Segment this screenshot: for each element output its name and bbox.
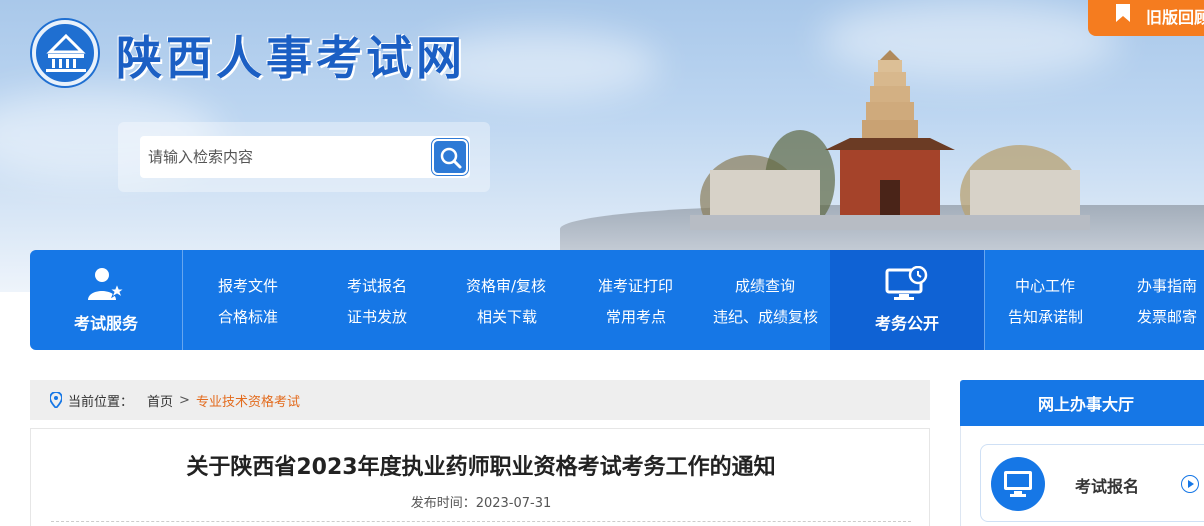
main-nav: 考试服务 报考文件 考试报名 资格审/复核 准考证打印 成绩查询 合格标准 证书…: [30, 250, 1204, 350]
nav-link-invoice-mail[interactable]: 发票邮寄: [1137, 306, 1197, 327]
pagoda-illustration: [690, 50, 1090, 230]
nav-link-commitment[interactable]: 告知承诺制: [1008, 306, 1083, 327]
nav-link-exam-docs[interactable]: 报考文件: [218, 275, 278, 296]
article-panel: 关于陕西省2023年度执业药师职业资格考试考务工作的通知 发布时间：2023-0…: [30, 428, 930, 526]
site-logo[interactable]: [32, 20, 98, 86]
article-date: 发布时间：2023-07-31: [31, 492, 931, 511]
article-divider: [51, 521, 911, 522]
nav-link-registration[interactable]: 考试报名: [347, 275, 407, 296]
nav-link-downloads[interactable]: 相关下载: [477, 306, 537, 327]
article-date-label: 发布时间：: [410, 496, 476, 511]
breadcrumb: 当前位置： 首页 > 专业技术资格考试: [30, 380, 930, 420]
site-title[interactable]: 陕西人事考试网: [116, 22, 466, 88]
search-input[interactable]: [140, 136, 470, 178]
breadcrumb-home[interactable]: 首页: [147, 391, 173, 410]
search-icon: [440, 147, 462, 169]
nav-divider: [984, 250, 985, 350]
breadcrumb-label: 当前位置：: [68, 394, 134, 410]
breadcrumb-current[interactable]: 专业技术资格考试: [196, 391, 300, 410]
exam-service-label: 考试服务: [73, 314, 138, 333]
emblem-icon: [46, 34, 86, 72]
breadcrumb-separator: >: [179, 392, 190, 408]
sidebar-heading: 网上办事大厅: [960, 380, 1204, 426]
old-version-label: 旧版回顾: [1146, 8, 1204, 27]
exam-service-block[interactable]: 考试服务: [30, 250, 182, 350]
article-title: 关于陕西省2023年度执业药师职业资格考试考务工作的通知: [186, 455, 776, 480]
location-pin-icon: [50, 392, 62, 408]
exam-public-block[interactable]: 考务公开: [830, 250, 984, 350]
exam-public-label: 考务公开: [874, 314, 939, 333]
nav-divider: [182, 250, 183, 350]
old-version-button[interactable]: 旧版回顾: [1088, 0, 1204, 36]
nav-link-pass-standard[interactable]: 合格标准: [218, 306, 278, 327]
nav-link-violation-review[interactable]: 违纪、成绩复核: [713, 306, 818, 327]
monitor-clock-icon: [885, 266, 928, 300]
bookmark-icon: [1116, 4, 1130, 22]
search-button[interactable]: [432, 139, 468, 175]
monitor-icon: [1004, 471, 1032, 497]
nav-link-certificate[interactable]: 证书发放: [347, 306, 407, 327]
arrow-right-circle-icon[interactable]: [1181, 475, 1199, 493]
sidebar-card-label: 考试报名: [1075, 477, 1140, 496]
nav-link-score-query[interactable]: 成绩查询: [735, 275, 795, 296]
monitor-icon-badge: [991, 457, 1045, 511]
sidebar-card-registration[interactable]: 考试报名: [980, 444, 1204, 522]
article-date-value: 2023-07-31: [475, 496, 552, 511]
user-star-icon: [88, 268, 126, 300]
nav-link-center-work[interactable]: 中心工作: [1015, 275, 1075, 296]
nav-link-exam-sites[interactable]: 常用考点: [606, 306, 666, 327]
nav-link-admission-ticket[interactable]: 准考证打印: [598, 275, 673, 296]
nav-link-qualification-review[interactable]: 资格审/复核: [466, 275, 546, 296]
nav-link-guide[interactable]: 办事指南: [1137, 275, 1197, 296]
